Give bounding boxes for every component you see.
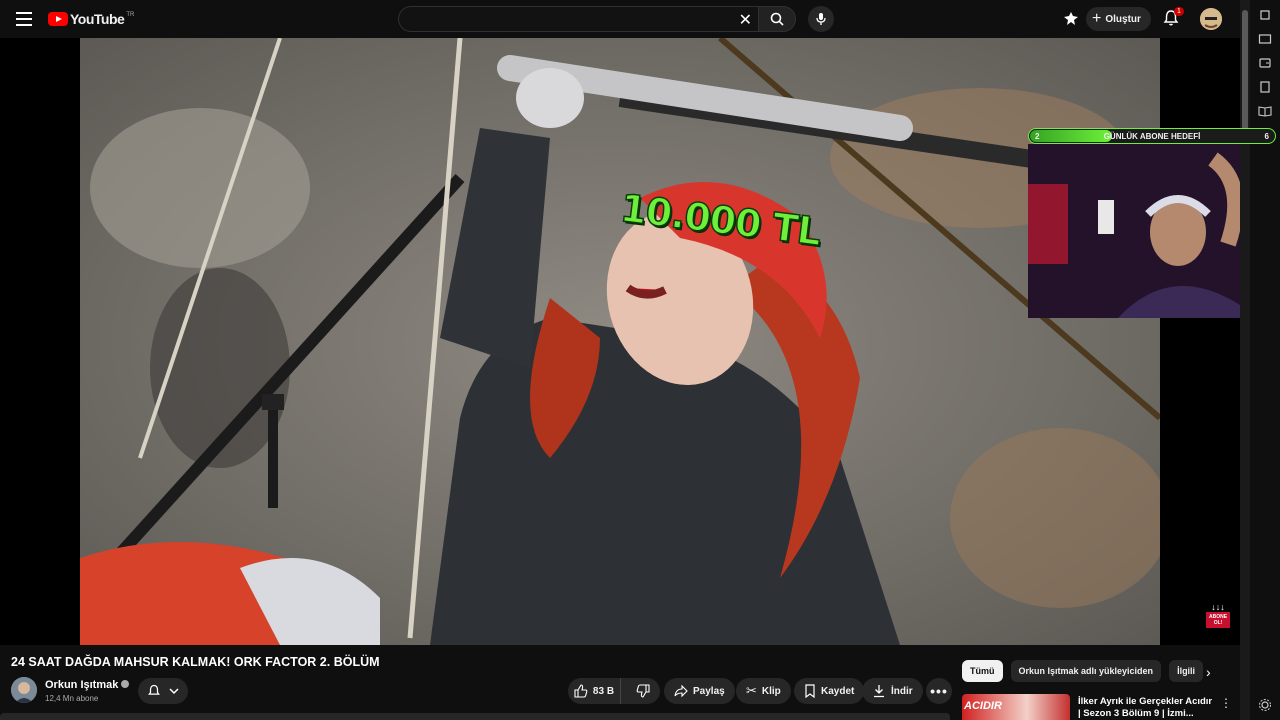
subscriber-count: 12,4 Mn abone xyxy=(45,694,99,703)
related-filter-chips: Tümü Orkun Işıtmak adlı yükleyiciden İlg… xyxy=(962,660,1204,682)
wallet-icon[interactable] xyxy=(1258,56,1272,70)
more-actions-button[interactable]: ••• xyxy=(926,678,952,704)
save-button[interactable]: Kaydet xyxy=(794,678,865,704)
settings-gear-icon[interactable] xyxy=(1258,698,1272,712)
notification-count-badge: 1 xyxy=(1174,7,1184,16)
page-scrollbar[interactable] xyxy=(1240,0,1250,720)
download-label: İndir xyxy=(891,685,913,697)
plus-icon: + xyxy=(1092,10,1102,27)
like-dislike-group: 83 B xyxy=(568,678,660,704)
subscriber-goal-bar: 2 GÜNLÜK ABONE HEDEFİ 6 xyxy=(1028,128,1276,144)
like-count: 83 B xyxy=(592,685,615,697)
menu-icon[interactable] xyxy=(14,9,34,29)
youtube-logo[interactable]: YouTube TR xyxy=(48,11,134,27)
subscription-bell-button[interactable] xyxy=(138,678,188,704)
search-icon xyxy=(770,12,784,26)
create-label: Oluştur xyxy=(1105,13,1141,25)
bell-icon xyxy=(148,684,160,695)
thumbs-up-icon xyxy=(574,684,588,698)
video-player[interactable]: 10.000 TL 2 GÜNLÜK ABONE HEDEFİ 6 ↓↓↓ AB… xyxy=(0,38,1280,645)
voice-search-button[interactable] xyxy=(808,6,834,32)
thumbs-down-icon xyxy=(636,684,650,698)
clip-label: Klip xyxy=(761,685,781,697)
save-label: Kaydet xyxy=(821,685,855,697)
recommended-title[interactable]: İlker Ayrık ile Gerçekler Acıdır | Sezon… xyxy=(1078,696,1216,720)
scrollbar-thumb[interactable] xyxy=(1242,10,1248,130)
channel-avatar[interactable] xyxy=(11,677,37,703)
channel-name-text: Orkun Işıtmak xyxy=(45,679,119,691)
search-button[interactable] xyxy=(758,6,796,32)
recommended-thumbnail[interactable]: ACIDIR xyxy=(962,694,1070,720)
more-horizontal-icon: ••• xyxy=(930,683,948,699)
dislike-button[interactable] xyxy=(626,678,660,704)
logo-text: YouTube xyxy=(70,11,125,27)
channel-name[interactable]: Orkun Işıtmak xyxy=(45,679,130,691)
like-button[interactable]: 83 B xyxy=(568,678,621,704)
close-icon[interactable]: ✕ xyxy=(739,10,752,30)
book-icon[interactable] xyxy=(1258,104,1272,118)
chip-related[interactable]: İlgili xyxy=(1169,660,1204,682)
chevron-right-icon[interactable]: › xyxy=(1206,664,1211,680)
cast-icon[interactable] xyxy=(1258,32,1272,46)
recommended-video[interactable]: ACIDIR İlker Ayrık ile Gerçekler Acıdır … xyxy=(962,694,1232,720)
subscribe-watermark[interactable]: ↓↓↓ ABONE OL! xyxy=(1206,602,1230,630)
reading-list-icon[interactable] xyxy=(1258,80,1272,94)
video-title: 24 SAAT DAĞDA MAHSUR KALMAK! ORK FACTOR … xyxy=(11,655,380,669)
create-studio-icon[interactable] xyxy=(1062,10,1080,28)
create-button[interactable]: + Oluştur xyxy=(1086,7,1151,31)
subscribe-watermark-text: ABONE OL! xyxy=(1206,612,1230,628)
chip-from-uploader[interactable]: Orkun Işıtmak adlı yükleyiciden xyxy=(1010,660,1162,682)
scissors-icon: ✂ xyxy=(746,683,757,698)
masthead: YouTube TR ✕ + Oluştur 1 xyxy=(0,0,1240,38)
youtube-play-icon xyxy=(48,12,68,26)
search-input[interactable] xyxy=(399,7,719,31)
search-box: ✕ xyxy=(398,6,758,32)
recommended-thumbnail-text: ACIDIR xyxy=(964,700,1002,712)
account-avatar[interactable] xyxy=(1200,8,1222,30)
download-icon xyxy=(874,685,884,698)
share-button[interactable]: Paylaş xyxy=(664,678,735,704)
extension-icon[interactable] xyxy=(1258,8,1272,22)
video-scene xyxy=(80,38,1160,645)
logo-country-code: TR xyxy=(126,12,135,18)
description-box-edge xyxy=(0,713,950,720)
chevron-down-icon xyxy=(169,688,179,695)
mic-icon xyxy=(816,13,826,25)
share-label: Paylaş xyxy=(693,685,725,697)
more-vertical-icon[interactable]: ⋮ xyxy=(1220,696,1232,710)
verified-icon xyxy=(121,680,130,688)
bookmark-icon xyxy=(805,684,815,698)
share-icon xyxy=(674,684,688,698)
clip-button[interactable]: ✂ Klip xyxy=(736,678,791,704)
chip-all[interactable]: Tümü xyxy=(962,660,1003,682)
download-button[interactable]: İndir xyxy=(862,678,923,704)
goal-progress-fill xyxy=(1030,130,1112,142)
notifications-button[interactable]: 1 xyxy=(1162,7,1184,29)
video-frame[interactable]: 10.000 TL xyxy=(80,38,1160,645)
